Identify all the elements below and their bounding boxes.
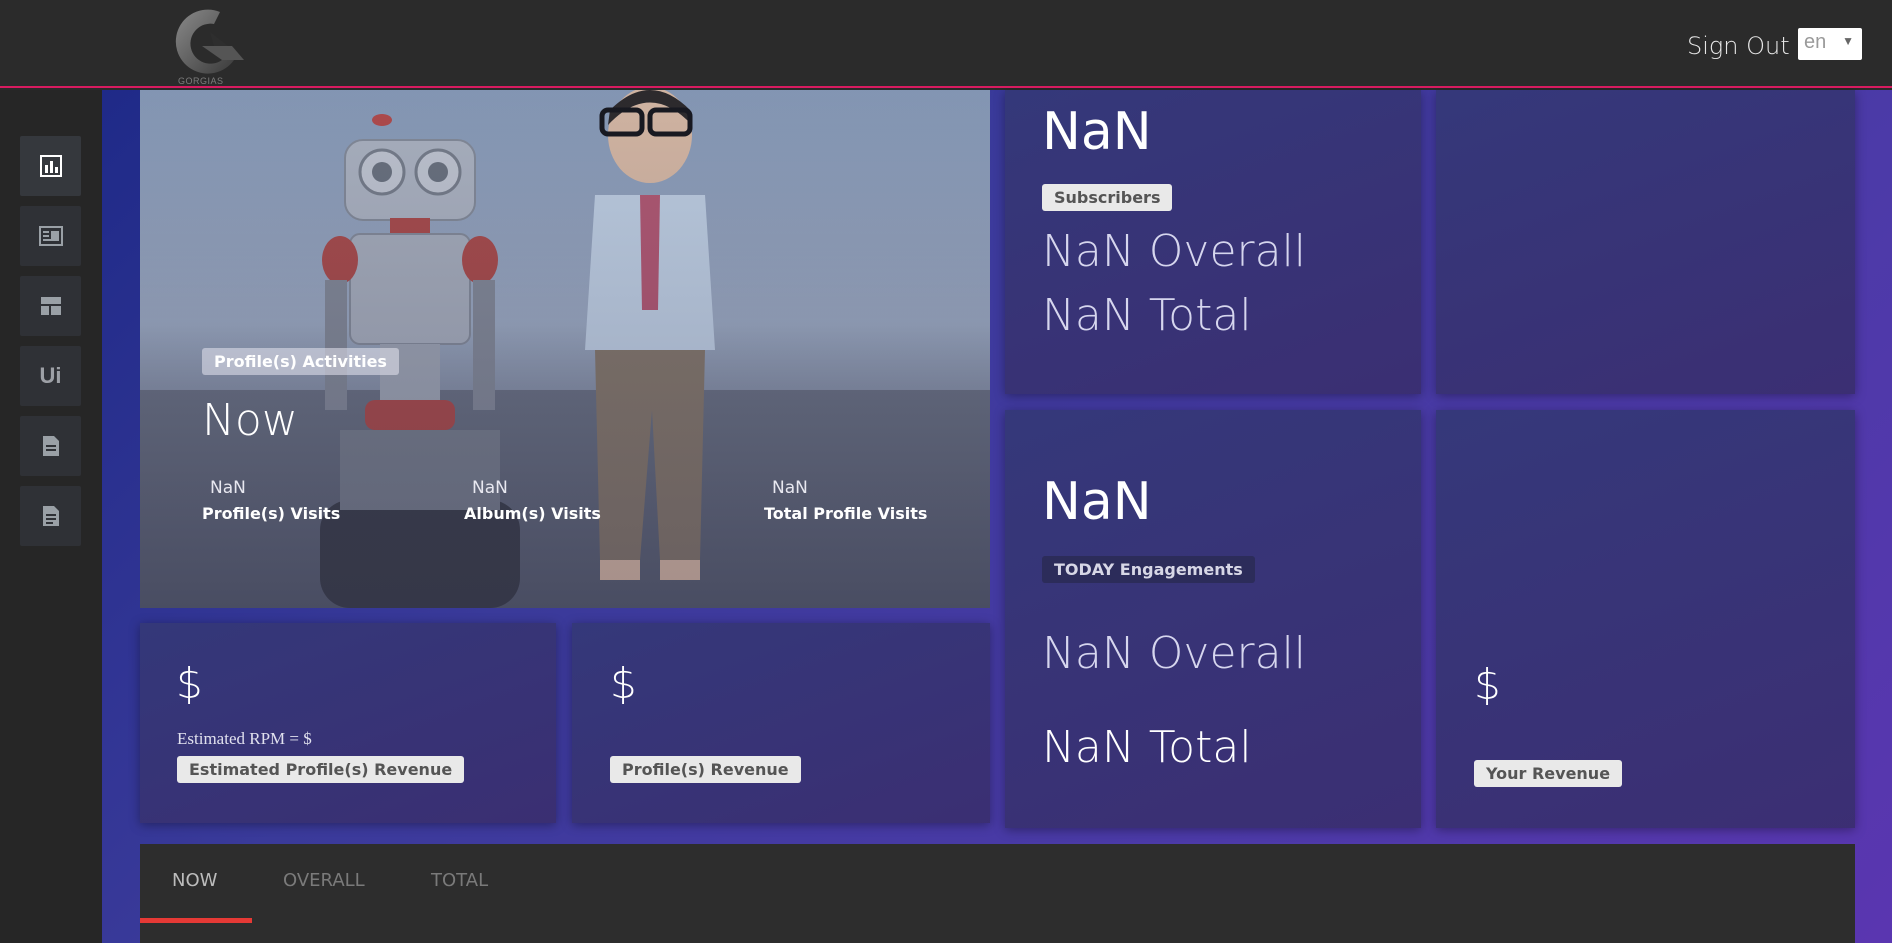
album-visits-value: NaN bbox=[472, 478, 508, 498]
profile-revenue-badge: Profile(s) Revenue bbox=[610, 756, 801, 783]
sidebar: Ui bbox=[0, 90, 102, 943]
gorgias-logo[interactable] bbox=[162, 2, 254, 86]
subscribers-card: NaN Subscribers NaN Overall NaN Total bbox=[1005, 90, 1421, 394]
engagements-overall: NaN Overall bbox=[1042, 628, 1307, 679]
logo-caption: GORGIAS bbox=[178, 76, 224, 86]
tab-now[interactable]: NOW bbox=[172, 870, 217, 891]
estimated-rpm: Estimated RPM = $ bbox=[177, 729, 312, 748]
profile-visits-value: NaN bbox=[210, 478, 246, 498]
profile-activities-badge: Profile(s) Activities bbox=[202, 348, 399, 375]
caret-down-icon: ▼ bbox=[1842, 34, 1854, 48]
language-select[interactable]: en ▼ bbox=[1798, 28, 1862, 60]
active-tab-indicator bbox=[140, 918, 252, 923]
engagements-card: NaN TODAY Engagements NaN Overall NaN To… bbox=[1005, 410, 1421, 828]
top-header: GORGIAS Sign Out en ▼ bbox=[0, 0, 1892, 88]
sidebar-item-document-list[interactable] bbox=[20, 486, 81, 546]
your-revenue-card: $ Your Revenue bbox=[1436, 410, 1855, 828]
album-visits-label: Album(s) Visits bbox=[464, 504, 601, 523]
document-list-icon bbox=[42, 506, 59, 526]
tab-total[interactable]: TOTAL bbox=[431, 870, 488, 891]
sidebar-item-document[interactable] bbox=[20, 416, 81, 476]
subscribers-total: NaN Total bbox=[1042, 290, 1252, 341]
bar-chart-icon bbox=[39, 155, 62, 177]
language-selected-value: en bbox=[1804, 31, 1827, 53]
sidebar-item-news[interactable] bbox=[20, 206, 81, 266]
sidebar-item-dashboard[interactable] bbox=[20, 136, 81, 196]
hero-heading: Now bbox=[202, 395, 298, 446]
profile-revenue-currency: $ bbox=[610, 659, 637, 708]
total-profile-visits-value: NaN bbox=[772, 478, 808, 498]
engagements-total: NaN Total bbox=[1042, 722, 1252, 773]
total-profile-visits-label: Total Profile Visits bbox=[764, 504, 928, 523]
engagements-badge: TODAY Engagements bbox=[1042, 556, 1255, 583]
sidebar-item-ui[interactable]: Ui bbox=[20, 346, 81, 406]
tab-overall[interactable]: OVERALL bbox=[283, 870, 365, 891]
subscribers-overall: NaN Overall bbox=[1042, 226, 1307, 277]
period-tabs: NOW OVERALL TOTAL bbox=[140, 844, 1855, 943]
your-revenue-badge: Your Revenue bbox=[1474, 760, 1623, 787]
document-icon bbox=[42, 436, 59, 456]
profile-activities-card: Profile(s) Activities Now NaN Profile(s)… bbox=[140, 90, 990, 608]
sidebar-item-layout[interactable] bbox=[20, 276, 81, 336]
empty-stat-card bbox=[1436, 90, 1855, 394]
profile-revenue-card: $ Profile(s) Revenue bbox=[572, 623, 990, 823]
ui-text-icon: Ui bbox=[39, 363, 62, 388]
profile-visits-label: Profile(s) Visits bbox=[202, 504, 341, 523]
estimated-revenue-card: $ Estimated RPM = $ Estimated Profile(s)… bbox=[140, 623, 556, 823]
estimated-revenue-currency: $ bbox=[176, 659, 203, 708]
layout-icon bbox=[40, 297, 61, 315]
newspaper-icon bbox=[38, 226, 63, 246]
subscribers-value: NaN bbox=[1042, 102, 1152, 162]
subscribers-badge: Subscribers bbox=[1042, 184, 1173, 211]
your-revenue-currency: $ bbox=[1474, 660, 1501, 709]
estimated-revenue-badge: Estimated Profile(s) Revenue bbox=[177, 756, 465, 783]
engagements-value: NaN bbox=[1042, 472, 1152, 532]
sign-out-link[interactable]: Sign Out bbox=[1687, 32, 1790, 60]
